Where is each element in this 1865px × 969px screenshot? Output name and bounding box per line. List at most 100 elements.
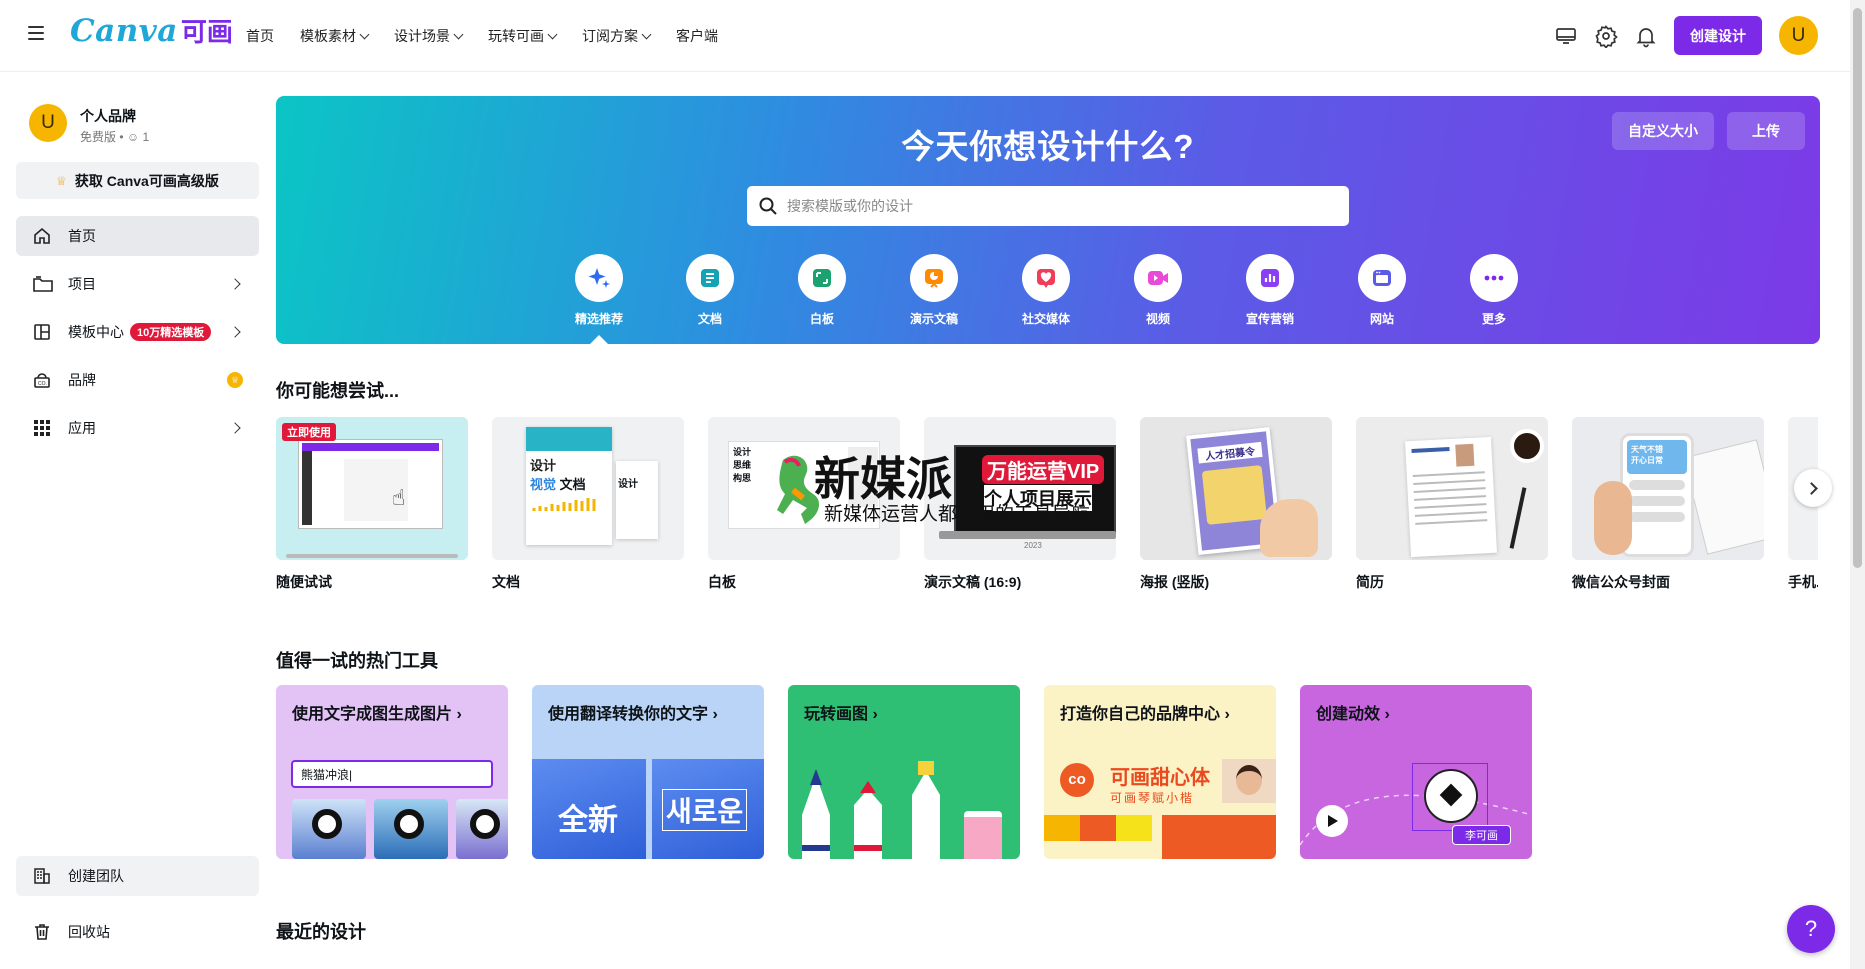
crown-badge-icon: ♕ (227, 372, 243, 388)
scrollbar-thumb[interactable] (1853, 8, 1862, 568)
page-scrollbar[interactable] (1850, 0, 1865, 969)
template-card-mobile-partial[interactable]: 手机... (1788, 417, 1818, 597)
brand-name[interactable]: 个人品牌 (80, 106, 136, 126)
tool-card-brand-hub[interactable]: 打造你自己的品牌中心 › co 可画甜心体 可画琴赋小楷 (1044, 685, 1276, 859)
coffee-cup (1510, 429, 1544, 463)
resume-line (1411, 447, 1450, 453)
template-thumbnail (1356, 417, 1548, 560)
search-bar (747, 186, 1349, 226)
template-card-poster[interactable]: 人才招募令 海报 (竖版) (1140, 417, 1332, 592)
template-label: 海报 (竖版) (1140, 574, 1210, 590)
brand-logo-icon: co (1060, 763, 1094, 797)
sidebar: U 个人品牌 免费版 • ☺ 1 ♕ 获取 Canva可画高级版 首页 项目 模板… (0, 72, 275, 969)
doc-heading: 设计 (530, 458, 557, 473)
create-design-button[interactable]: 创建设计 (1674, 16, 1762, 55)
more-icon (1470, 254, 1518, 302)
template-card-resume[interactable]: 简历 (1356, 417, 1548, 592)
nav-learn[interactable]: 玩转可画 (488, 26, 558, 46)
tool-card-text-to-image[interactable]: 使用文字成图生成图片 › 熊猫冲浪| (276, 685, 508, 859)
sparkle-icon (575, 254, 623, 302)
template-card-document[interactable]: 设计 视觉 文档 设计 文档 (492, 417, 684, 592)
poster-illustration (1201, 464, 1268, 525)
tool-title: 创建动效 › (1316, 706, 1390, 723)
canva-logo[interactable]: Canva 可画 (70, 12, 233, 49)
template-card-wechat-cover[interactable]: 天气不错 开心日常 微信公众号封面 (1572, 417, 1764, 592)
brand-avatar[interactable]: U (29, 104, 67, 142)
category-whiteboard[interactable]: 白板 (782, 254, 862, 327)
editor-sidebar-mock (302, 451, 312, 525)
nav-client[interactable]: 客户端 (676, 26, 718, 46)
main-nav: 首页 模板素材 设计场景 玩转可画 订阅方案 客户端 (246, 26, 718, 46)
tool-card-translate[interactable]: 使用翻译转换你的文字 › 全新 새로운 (532, 685, 764, 859)
resume-photo (1455, 443, 1475, 467)
sidebar-item-projects[interactable]: 项目 (16, 264, 259, 304)
template-label: 演示文稿 (16:9) (924, 574, 1022, 590)
gear-icon[interactable] (1594, 24, 1618, 48)
heart-icon (1022, 254, 1070, 302)
whiteboard-icon (798, 254, 846, 302)
custom-size-button[interactable]: 自定义大小 (1612, 112, 1714, 150)
carousel-next-button[interactable] (1794, 469, 1832, 507)
chevron-down-icon (547, 29, 558, 39)
slide-year: 2023 (1024, 541, 1042, 550)
template-label: 简历 (1356, 574, 1384, 590)
hamburger-icon[interactable] (28, 26, 44, 40)
category-social[interactable]: 社交媒体 (1006, 254, 1086, 327)
brand-banner (1162, 815, 1276, 859)
avatar[interactable]: U (1779, 16, 1818, 55)
collaborator-tag: 李可画 (1452, 825, 1511, 845)
trash-icon (32, 922, 52, 942)
resume-sheet (1405, 436, 1497, 558)
source-text: 全新 (558, 804, 618, 837)
brand-icon: CO. (32, 370, 52, 390)
category-more[interactable]: 更多 (1454, 254, 1534, 327)
nav-pricing[interactable]: 订阅方案 (582, 26, 652, 46)
sidebar-item-apps[interactable]: 应用 (16, 408, 259, 448)
monitor-icon[interactable] (1554, 24, 1578, 48)
hand-illustration (1260, 499, 1318, 557)
apps-grid-icon (32, 418, 52, 438)
selected-category-pointer (590, 335, 608, 344)
home-icon (32, 226, 52, 246)
chevron-down-icon (453, 29, 464, 39)
upload-button[interactable]: 上传 (1727, 112, 1805, 150)
template-label: 白板 (708, 574, 736, 590)
sidebar-item-brand[interactable]: CO. 品牌 ♕ (16, 360, 259, 400)
template-card-presentation[interactable]: 2023 新媒派 万能运营VIP 个人项目展示 新媒体运营人都在用的工具导航 演… (814, 417, 1116, 592)
search-icon (758, 196, 778, 216)
pointer-hand-icon: ☝ (392, 485, 406, 510)
translate-target-panel: 새로운 (652, 759, 764, 859)
try-now-badge: 立即使用 (282, 423, 336, 441)
brand-font-sub: 可画琴赋小楷 (1110, 791, 1195, 805)
template-card-try-anything[interactable]: ☝ 立即使用 随便试试 (276, 417, 468, 592)
help-button[interactable]: ? (1787, 905, 1835, 953)
target-text: 새로운 (662, 789, 748, 831)
top-bar: Canva 可画 首页 模板素材 设计场景 玩转可画 订阅方案 客户端 创建设计 … (0, 0, 1850, 72)
category-document[interactable]: 文档 (670, 254, 750, 327)
sidebar-item-trash[interactable]: 回收站 (16, 912, 259, 952)
poster-title: 人才招募令 (1197, 441, 1263, 464)
sidebar-item-templates[interactable]: 模板中心 10万精选模板 (16, 312, 259, 352)
bell-icon[interactable] (1634, 24, 1658, 48)
nav-design-scenes[interactable]: 设计场景 (394, 26, 464, 46)
video-icon (1134, 254, 1182, 302)
category-marketing[interactable]: 宣传营销 (1230, 254, 1310, 327)
category-featured[interactable]: 精选推荐 (559, 254, 639, 327)
create-team-button[interactable]: 创建团队 (16, 856, 259, 896)
sidebar-item-home[interactable]: 首页 (16, 216, 259, 256)
tool-card-draw[interactable]: 玩转画图 › (788, 685, 1020, 859)
category-video[interactable]: 视频 (1118, 254, 1198, 327)
search-input[interactable] (787, 198, 1349, 214)
upgrade-button[interactable]: ♕ 获取 Canva可画高级版 (16, 162, 259, 199)
translate-source-panel: 全新 (532, 759, 646, 859)
chart-icon (1246, 254, 1294, 302)
doc-page: 设计 视觉 文档 (526, 427, 612, 545)
category-presentation[interactable]: 演示文稿 (894, 254, 974, 327)
nav-home[interactable]: 首页 (246, 26, 274, 46)
tool-card-animation[interactable]: 创建动效 › 李可画 (1300, 685, 1532, 859)
generated-image-2 (374, 799, 448, 859)
category-website[interactable]: 网站 (1342, 254, 1422, 327)
nav-templates[interactable]: 模板素材 (300, 26, 370, 46)
laptop-base (939, 531, 1116, 539)
brand-color-3 (1116, 815, 1152, 841)
